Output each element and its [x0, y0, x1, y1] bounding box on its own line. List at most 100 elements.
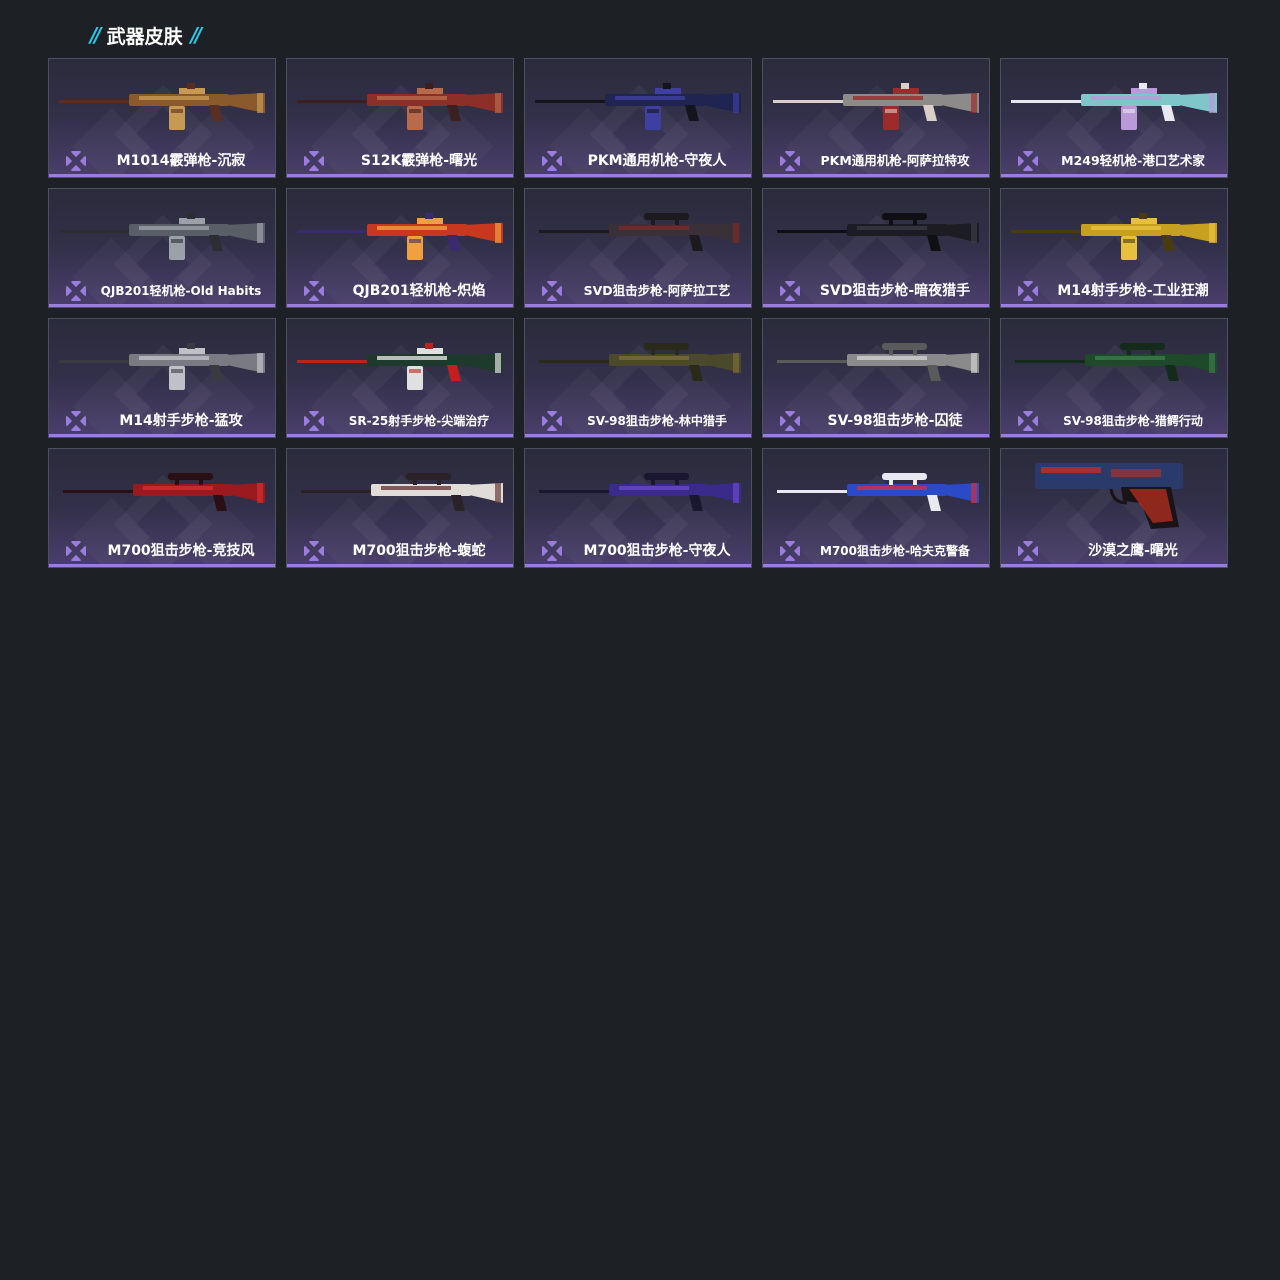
rarity-bar	[525, 304, 751, 307]
skin-card[interactable]: SV-98狙击步枪-猎鳄行动	[1000, 318, 1228, 438]
skin-card[interactable]: SVD狙击步枪-暗夜猎手	[762, 188, 990, 308]
skin-card[interactable]: M700狙击步枪-蝮蛇	[286, 448, 514, 568]
skin-card[interactable]: SV-98狙击步枪-林中猎手	[524, 318, 752, 438]
skin-card[interactable]: SV-98狙击步枪-囚徒	[762, 318, 990, 438]
sniper-rifle-skin-image	[301, 473, 503, 511]
skin-name: QJB201轻机枪-炽焰	[352, 283, 486, 299]
rarity-diamond-icon	[780, 151, 800, 171]
skin-name: SR-25射手步枪-尖端治疗	[348, 414, 490, 428]
skin-card[interactable]: M1014霰弹枪-沉寂	[48, 58, 276, 178]
slash-decoration-left: //	[90, 23, 101, 47]
slash-decoration-right: //	[190, 23, 202, 47]
rarity-diamond-icon	[66, 541, 86, 561]
skin-card[interactable]: PKM通用机枪-阿萨拉特攻	[762, 58, 990, 178]
skin-card[interactable]: 沙漠之鹰-曙光	[1000, 448, 1228, 568]
skin-card[interactable]: QJB201轻机枪-Old Habits	[48, 188, 276, 308]
rarity-diamond-icon	[1018, 151, 1038, 171]
shotgun-skin-image	[59, 83, 265, 130]
sniper-rifle-skin-image	[539, 343, 741, 381]
rarity-bar	[1001, 564, 1227, 567]
skin-card[interactable]: M249轻机枪-港口艺术家	[1000, 58, 1228, 178]
skin-card[interactable]: SR-25射手步枪-尖端治疗	[286, 318, 514, 438]
rarity-bar	[49, 174, 275, 177]
skin-name: SVD狙击步枪-暗夜猎手	[819, 283, 971, 299]
skin-card[interactable]: SVD狙击步枪-阿萨拉工艺	[524, 188, 752, 308]
skin-card[interactable]: M14射手步枪-猛攻	[48, 318, 276, 438]
skin-name: SV-98狙击步枪-囚徒	[827, 413, 963, 429]
rarity-diamond-icon	[304, 151, 324, 171]
skin-card[interactable]: S12K霰弹枪-曙光	[286, 58, 514, 178]
skin-name: M700狙击步枪-守夜人	[583, 543, 731, 559]
skin-card[interactable]: QJB201轻机枪-炽焰	[286, 188, 514, 308]
rarity-diamond-icon	[1018, 541, 1038, 561]
rarity-bar	[763, 304, 989, 307]
section-title: 武器皮肤	[106, 25, 183, 48]
skin-name: PKM通用机枪-守夜人	[587, 153, 727, 169]
sniper-rifle-skin-image	[777, 473, 979, 511]
rarity-bar	[287, 564, 513, 567]
skin-name: M14射手步枪-工业狂潮	[1057, 283, 1209, 299]
rarity-diamond-icon	[780, 411, 800, 431]
rarity-diamond-icon	[780, 281, 800, 301]
section-header: // 武器皮肤 //	[90, 20, 202, 50]
rarity-bar	[287, 434, 513, 437]
machine-gun-skin-image	[773, 83, 979, 130]
skin-name: SV-98狙击步枪-猎鳄行动	[1063, 414, 1203, 428]
sniper-rifle-skin-image	[539, 213, 741, 251]
machine-gun-skin-image	[1011, 83, 1217, 130]
skin-name: 沙漠之鹰-曙光	[1088, 543, 1178, 559]
skin-name: M700狙击步枪-哈夫克警备	[820, 544, 970, 558]
rarity-bar	[763, 434, 989, 437]
skin-card[interactable]: M700狙击步枪-竞技风	[48, 448, 276, 568]
shotgun-skin-image	[297, 83, 503, 130]
skin-card[interactable]: M700狙击步枪-守夜人	[524, 448, 752, 568]
skin-name: M700狙击步枪-蝮蛇	[352, 543, 486, 559]
sniper-rifle-skin-image	[63, 473, 265, 511]
machine-gun-skin-image	[535, 83, 741, 130]
skin-name: SVD狙击步枪-阿萨拉工艺	[583, 283, 731, 298]
skin-card[interactable]: PKM通用机枪-守夜人	[524, 58, 752, 178]
rarity-bar	[763, 564, 989, 567]
rarity-bar	[1001, 434, 1227, 437]
rarity-diamond-icon	[304, 541, 324, 561]
machine-gun-skin-image	[59, 213, 265, 260]
rifle-skin-image	[1011, 213, 1217, 260]
rarity-bar	[49, 304, 275, 307]
rarity-bar	[525, 564, 751, 567]
rarity-diamond-icon	[66, 411, 86, 431]
sniper-rifle-skin-image	[539, 473, 741, 511]
skin-name: QJB201轻机枪-Old Habits	[100, 284, 262, 298]
skin-card[interactable]: M700狙击步枪-哈夫克警备	[762, 448, 990, 568]
rarity-diamond-icon	[542, 541, 562, 561]
rarity-bar	[287, 174, 513, 177]
rarity-diamond-icon	[66, 151, 86, 171]
skin-card[interactable]: M14射手步枪-工业狂潮	[1000, 188, 1228, 308]
skin-name: M249轻机枪-港口艺术家	[1061, 153, 1205, 168]
rarity-bar	[763, 174, 989, 177]
machine-gun-skin-image	[297, 213, 503, 260]
rifle-skin-image	[59, 343, 265, 390]
rarity-bar	[1001, 174, 1227, 177]
rarity-diamond-icon	[1018, 281, 1038, 301]
sniper-rifle-skin-image	[777, 213, 979, 251]
skin-name: SV-98狙击步枪-林中猎手	[587, 414, 727, 428]
rarity-bar	[49, 434, 275, 437]
rarity-bar	[287, 304, 513, 307]
skin-name: M1014霰弹枪-沉寂	[116, 153, 246, 169]
rarity-diamond-icon	[780, 541, 800, 561]
pistol-skin-image	[1035, 463, 1183, 529]
sniper-rifle-skin-image	[777, 343, 979, 381]
rarity-diamond-icon	[1018, 411, 1038, 431]
rarity-bar	[525, 434, 751, 437]
rarity-diamond-icon	[304, 281, 324, 301]
sniper-rifle-skin-image	[1015, 343, 1217, 381]
rifle-skin-image	[297, 343, 503, 390]
rarity-diamond-icon	[542, 411, 562, 431]
rarity-bar	[525, 174, 751, 177]
skin-name: S12K霰弹枪-曙光	[360, 153, 478, 169]
rarity-diamond-icon	[66, 281, 86, 301]
rarity-bar	[1001, 304, 1227, 307]
skin-grid: M1014霰弹枪-沉寂 S12K霰弹枪-曙光 PKM通用机枪-守夜人 PKM通用机枪-…	[48, 58, 1228, 568]
rarity-diamond-icon	[304, 411, 324, 431]
rarity-bar	[49, 564, 275, 567]
